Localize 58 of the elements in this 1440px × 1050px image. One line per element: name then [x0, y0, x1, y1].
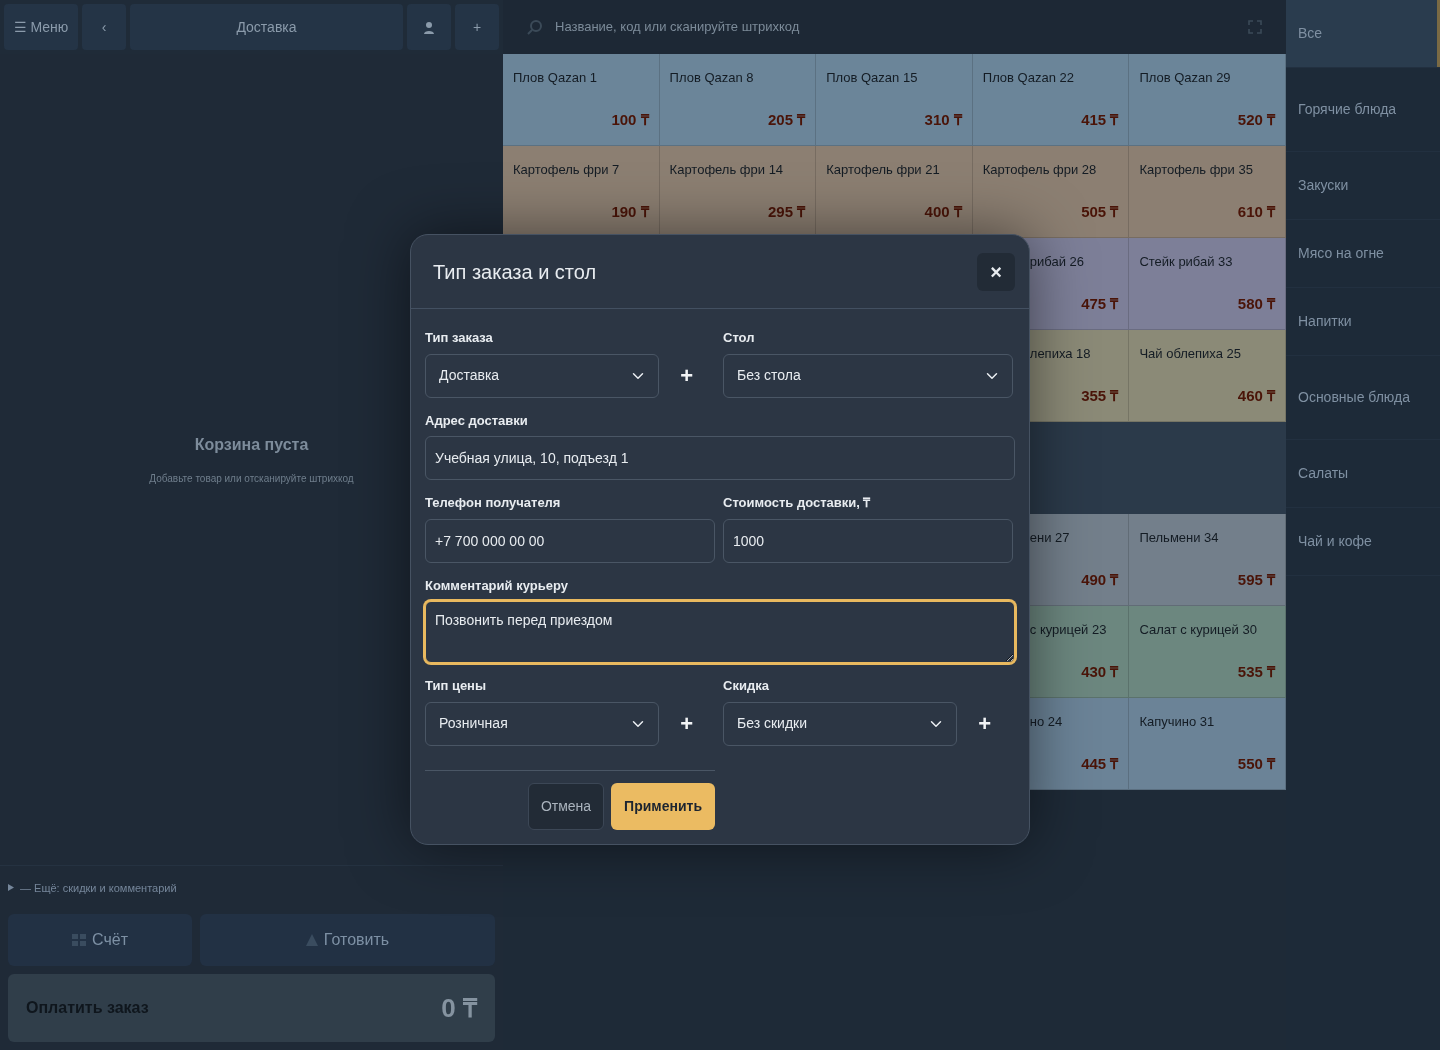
menu-button[interactable]: ☰ Меню	[4, 4, 78, 50]
field-label: Тип заказа	[425, 329, 493, 347]
discount-select[interactable]: Без скидки	[723, 701, 957, 746]
phone-field[interactable]: +7 700 000 00 00	[425, 518, 715, 563]
order-type-button[interactable]: Доставка	[130, 4, 403, 50]
field-label: Телефон получателя	[425, 494, 561, 512]
category-item[interactable]: Закуски	[1286, 152, 1440, 220]
product-tile[interactable]: Капучино 31 550 ₸	[1129, 698, 1286, 790]
product-tile[interactable]: Картофель фри 35 610 ₸	[1129, 146, 1286, 238]
category-item[interactable]: Основные блюда	[1286, 356, 1440, 440]
category-item[interactable]: Салаты	[1286, 440, 1440, 508]
field-label: Комментарий курьеру	[425, 576, 568, 595]
product-tile[interactable]: Салат с курицей 30 535 ₸	[1129, 606, 1286, 698]
grid-icon	[72, 934, 87, 946]
field-label: Тип цены	[425, 677, 487, 695]
bill-button[interactable]: Счёт	[8, 914, 192, 966]
dialog-title: Тип заказа и стол	[433, 259, 597, 285]
empty-cart-title: Корзина пуста	[194, 434, 309, 455]
add-button[interactable]: +	[658, 363, 715, 388]
table-select[interactable]: Без стола	[723, 353, 1013, 398]
product-tile[interactable]: Плов Qazan 15 310 ₸	[816, 54, 973, 146]
product-tile[interactable]: Плов Qazan 1 100 ₸	[503, 54, 660, 146]
order-total: 0 ₸	[441, 991, 477, 1025]
order-type-select[interactable]: Доставка	[425, 353, 659, 398]
product-tile[interactable]: Стейк рибай 33 580 ₸	[1129, 238, 1286, 330]
more-options-toggle[interactable]: — Ещё: скидки и комментарий	[20, 879, 177, 896]
close-button[interactable]: ×	[977, 252, 1015, 291]
field-label: Скидка	[723, 677, 769, 695]
product-tile[interactable]: Картофель фри 28 505 ₸	[972, 146, 1130, 238]
category-item[interactable]: Мясо на огне	[1286, 220, 1440, 288]
delivery-cost-field[interactable]: 1000	[723, 518, 1013, 563]
comment-field[interactable]: Позвонить перед приездом	[425, 601, 1015, 663]
field-label: Адрес доставки	[425, 411, 528, 430]
address-field[interactable]: Учебная улица, 10, подъезд 1	[425, 436, 1015, 480]
empty-cart-hint: Добавьте товар или отсканируйте штрихкод	[149, 471, 354, 486]
cancel-button[interactable]: Отмена	[527, 782, 605, 830]
product-tile[interactable]: Чай облепиха 25 460 ₸	[1129, 330, 1286, 422]
category-item[interactable]: Все	[1286, 0, 1440, 68]
category-item[interactable]: Напитки	[1286, 288, 1440, 356]
add-button[interactable]: +	[455, 4, 499, 50]
category-item[interactable]: Горячие блюда	[1286, 68, 1440, 152]
price-type-select[interactable]: Розничная	[425, 701, 659, 746]
product-tile[interactable]: Плов Qazan 29 520 ₸	[1129, 54, 1286, 146]
field-label: Стоимость доставки, ₸	[723, 494, 871, 512]
product-tile[interactable]: Плов Qazan 22 415 ₸	[972, 54, 1130, 146]
product-tile[interactable]: Пельмени 34 595 ₸	[1129, 514, 1286, 606]
field-label: Стол	[723, 329, 755, 347]
customer-button[interactable]	[407, 4, 451, 50]
apply-button[interactable]: Применить	[611, 782, 715, 830]
product-tile[interactable]: Плов Qazan 8 205 ₸	[659, 54, 817, 146]
add-button[interactable]: +	[658, 711, 715, 736]
search-field[interactable]: Название, код или сканируйте штрихкод	[553, 16, 1238, 38]
search-icon	[527, 19, 543, 35]
person-icon	[423, 20, 435, 35]
expand-triangle-icon[interactable]	[8, 884, 14, 892]
category-item[interactable]: Чай и кофе	[1286, 508, 1440, 576]
cook-button[interactable]: Готовить	[200, 914, 495, 966]
back-button[interactable]: ‹	[82, 4, 126, 50]
